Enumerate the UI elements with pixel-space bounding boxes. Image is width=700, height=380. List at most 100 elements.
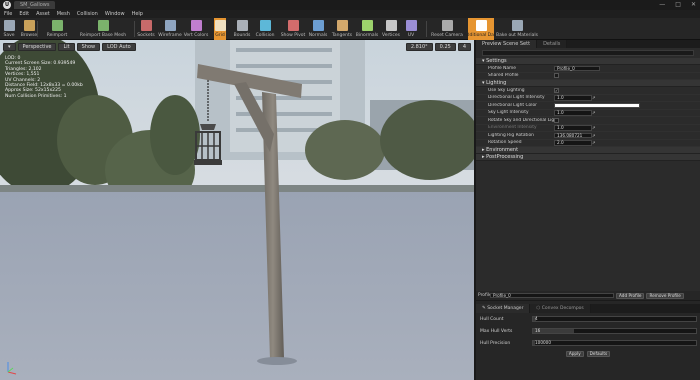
camera-speed-value[interactable]: 4 [457, 43, 471, 51]
toolbar-label: Wireframe [158, 33, 182, 38]
lighting-value-field[interactable]: 2.0 [554, 140, 592, 146]
category-label: Settings [486, 58, 507, 64]
toolbar-vertcolors-button[interactable]: Vert Colors [184, 18, 208, 40]
toolbar-collision-button[interactable]: Collision [256, 18, 274, 40]
toolbar-pivot-button[interactable]: Show Pivot [281, 18, 305, 40]
lighting-value-field[interactable]: 1.0 [554, 110, 592, 116]
reset-arrow-icon[interactable]: ↗ [592, 125, 595, 130]
reset-arrow-icon[interactable]: ↗ [592, 133, 595, 138]
angle-snap-value[interactable]: 2.810° [405, 43, 433, 51]
toolbar-bake-button[interactable]: Bake out Materials [496, 18, 538, 40]
window-controls: — □ ✕ [659, 1, 696, 8]
toolbar-additional-data-button[interactable]: Additional Data [464, 18, 498, 40]
toolbar-sockets-button[interactable]: Sockets [137, 18, 155, 40]
toolbar-wireframe-button[interactable]: Wireframe [158, 18, 182, 40]
bottom-tabs: ✎ Socket Manager ⬡ Convex Decompos [476, 304, 700, 313]
scale-snap-value[interactable]: 0.25 [434, 43, 456, 51]
hull-slider[interactable]: 16 [532, 328, 697, 334]
category-settings[interactable]: ▾ Settings [476, 58, 700, 65]
decomp-actions: Apply Defaults [476, 351, 700, 357]
stat-line: Num Collision Primitives: 1 [5, 93, 67, 99]
minimize-icon[interactable]: — [659, 1, 665, 8]
toolbar-save-button[interactable]: Save [3, 18, 15, 40]
hull-slider[interactable]: 4 [532, 316, 697, 322]
profile-select[interactable]: Profile_0 [490, 292, 614, 299]
row-label: Rotation Speed [488, 140, 522, 146]
viewport-menu-button[interactable]: ▾ [3, 43, 16, 51]
add-profile-button[interactable]: Add Profile [616, 292, 645, 299]
asset-tab[interactable]: SM_Gallows [14, 1, 56, 9]
category-lighting[interactable]: ▾ Lighting [476, 80, 700, 87]
perspective-button[interactable]: Perspective [17, 43, 57, 51]
lighting-checkbox[interactable] [554, 117, 559, 123]
reset-arrow-icon[interactable]: ↗ [592, 140, 595, 145]
sockets-icon [140, 20, 152, 31]
reimport-icon [51, 20, 63, 31]
lit-button[interactable]: Lit [58, 43, 75, 51]
reset-arrow-icon[interactable]: ↗ [592, 95, 595, 100]
save-icon [3, 20, 15, 31]
shared-profile-row: Shared Profile [476, 73, 700, 80]
close-icon[interactable]: ✕ [691, 1, 696, 8]
viewport[interactable]: ▾ Perspective Lit Show LOD Auto 2.810° 0… [0, 40, 474, 380]
mesh-stats: LOD: 0 Current Screen Size: 0.939549 Tri… [5, 56, 83, 99]
menu-help[interactable]: Help [132, 11, 143, 17]
maximize-icon[interactable]: □ [675, 1, 681, 8]
toolbar-camera-button[interactable]: Reset Camera [431, 18, 463, 40]
menu-edit[interactable]: Edit [19, 11, 29, 17]
toolbar-label: Tangents [331, 33, 353, 38]
profile-name-field[interactable]: Profile_0 [554, 65, 600, 71]
additional-data-icon [475, 20, 487, 31]
toolbar-uv-button[interactable]: UV [405, 18, 417, 40]
toolbar-bounds-button[interactable]: Bounds [234, 18, 250, 40]
lighting-value-field[interactable]: 1.0 [554, 125, 592, 131]
toolbar-tangents-button[interactable]: Tangents [331, 18, 353, 40]
slider-value: 100000 [535, 340, 551, 345]
toolbar-vertices-button[interactable]: Vertices [382, 18, 400, 40]
toolbar-binormals-button[interactable]: Binormals [356, 18, 378, 40]
toolbar-label: Reset Camera [431, 33, 463, 38]
lighting-row: Directional Light Color [476, 102, 700, 110]
menu-window[interactable]: Window [105, 11, 125, 17]
menu-collision[interactable]: Collision [77, 11, 98, 17]
menu-file[interactable]: File [4, 11, 12, 17]
lighting-value-field[interactable]: 1.0 [554, 95, 592, 101]
toolbar-normals-button[interactable]: Normals [309, 18, 327, 40]
tangents-icon [336, 20, 348, 31]
menu-mesh[interactable]: Mesh [57, 11, 70, 17]
toolbar-reimport-button[interactable]: Reimport [46, 18, 68, 40]
lod-button[interactable]: LOD Auto [102, 43, 136, 51]
defaults-button[interactable]: Defaults [586, 351, 611, 357]
row-label: Profile Name [488, 65, 517, 71]
vertcolors-icon [190, 20, 202, 31]
hull-slider[interactable]: 100000 [532, 340, 697, 346]
normals-icon [312, 20, 324, 31]
reimport-base-icon [97, 20, 109, 31]
lighting-value-field[interactable]: 136.080721 [554, 132, 592, 138]
tab-preview-scene-settings[interactable]: Preview Scene Sett [476, 40, 538, 48]
lighting-checkbox[interactable]: ✓ [554, 87, 559, 93]
shared-profile-checkbox[interactable] [554, 73, 559, 79]
details-search-input[interactable] [482, 50, 694, 56]
category-environment[interactable]: ▸ Environment [476, 147, 700, 154]
reset-arrow-icon[interactable]: ↗ [592, 110, 595, 115]
apply-button[interactable]: Apply [565, 351, 584, 357]
toolbar-reimport-base-button[interactable]: Reimport Base Mesh [80, 18, 126, 40]
binormals-icon [361, 20, 373, 31]
category-postprocessing[interactable]: ▸ PostProcessing [476, 154, 700, 161]
bounds-icon [236, 20, 248, 31]
toolbar-grid-button[interactable]: Grid [214, 18, 226, 40]
menu-asset[interactable]: Asset [36, 11, 50, 17]
wireframe-icon [164, 20, 176, 31]
slider-value: 16 [535, 328, 541, 333]
toolbar-folder-button[interactable]: Browse [20, 18, 38, 40]
show-button[interactable]: Show [76, 43, 101, 51]
tab-socket-manager[interactable]: ✎ Socket Manager [476, 304, 531, 313]
bottom-panel: Profile Profile_0 Add Profile Remove Pro… [476, 291, 700, 380]
remove-profile-button[interactable]: Remove Profile [646, 292, 684, 299]
toolbar-separator [37, 21, 38, 37]
tab-details[interactable]: Details [537, 40, 568, 48]
tab-convex-decomposition[interactable]: ⬡ Convex Decompos [530, 304, 591, 313]
light-color-swatch[interactable] [554, 102, 640, 108]
toolbar-label: Vertices [382, 33, 400, 38]
